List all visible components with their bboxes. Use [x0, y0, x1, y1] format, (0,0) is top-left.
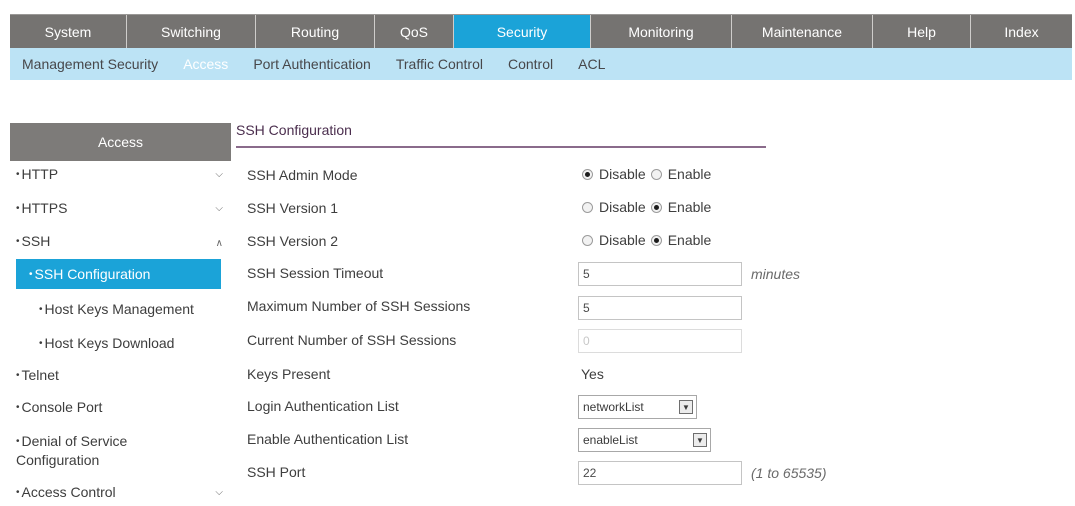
- sidebar-item-label: Denial of Service: [21, 433, 128, 449]
- bullet-icon: •: [16, 203, 20, 214]
- bullet-icon: •: [39, 338, 43, 349]
- login-auth-selected: networkList: [583, 400, 644, 414]
- tab-security[interactable]: Security: [454, 15, 591, 49]
- chevron-down-icon[interactable]: ⌵: [215, 169, 223, 180]
- radio-label: Enable: [667, 199, 712, 215]
- tab-monitoring[interactable]: Monitoring: [591, 15, 732, 49]
- keys-present-value: Yes: [581, 366, 604, 382]
- version1-disable-radio[interactable]: [582, 201, 593, 213]
- sidebar-item-label: Configuration: [16, 452, 100, 468]
- enable-auth-selected: enableList: [583, 433, 638, 447]
- sidebar-item-ssh-configuration[interactable]: • SSH Configuration: [16, 259, 221, 289]
- tab-switching[interactable]: Switching: [127, 15, 256, 49]
- current-sessions-label: Current Number of SSH Sessions: [247, 332, 457, 348]
- dropdown-arrow-icon[interactable]: ▼: [679, 400, 693, 414]
- session-timeout-label: SSH Session Timeout: [247, 265, 384, 281]
- section-divider: [236, 146, 766, 148]
- sidebar-item-label: Host Keys Download: [44, 335, 175, 351]
- section-title: SSH Configuration: [236, 122, 352, 138]
- version2-disable-radio[interactable]: [582, 234, 593, 246]
- bullet-icon: •: [39, 304, 43, 315]
- subtab-traffic-control[interactable]: Traffic Control: [396, 56, 483, 72]
- login-auth-select[interactable]: networkList ▼: [578, 395, 697, 419]
- sidebar-item-access-control[interactable]: • Access Control ⌵: [10, 484, 231, 500]
- top-nav: System Switching Routing QoS Security Mo…: [10, 14, 1072, 49]
- subtab-port-authentication[interactable]: Port Authentication: [253, 56, 371, 72]
- sidebar-item-label: SSH Configuration: [34, 266, 151, 282]
- sidebar-item-label: Telnet: [21, 367, 59, 383]
- sidebar-item-label: Host Keys Management: [44, 301, 194, 317]
- bullet-icon: •: [16, 169, 20, 180]
- sidebar-item-label: SSH: [21, 233, 51, 249]
- sidebar-item-host-keys-download[interactable]: • Host Keys Download: [10, 335, 231, 351]
- chevron-down-icon[interactable]: ⌵: [215, 487, 223, 498]
- version1-label: SSH Version 1: [247, 200, 339, 216]
- bullet-icon: •: [29, 269, 33, 280]
- radio-label: Enable: [667, 166, 712, 182]
- tab-maintenance[interactable]: Maintenance: [732, 15, 873, 49]
- sidebar-item-telnet[interactable]: • Telnet: [10, 367, 231, 383]
- radio-label: Disable: [599, 199, 646, 215]
- ssh-port-label: SSH Port: [247, 464, 306, 480]
- subtab-access[interactable]: Access: [183, 56, 228, 72]
- bullet-icon: •: [16, 236, 20, 247]
- subtab-control[interactable]: Control: [508, 56, 553, 72]
- ssh-port-range: (1 to 65535): [751, 465, 827, 481]
- sidebar-item-https[interactable]: • HTTPS ⌵: [10, 200, 231, 216]
- admin-mode-label: SSH Admin Mode: [247, 167, 358, 183]
- current-sessions-field: 0: [578, 329, 742, 353]
- version2-enable-radio[interactable]: [650, 234, 662, 246]
- max-sessions-input[interactable]: 5: [578, 296, 742, 320]
- sidebar-item-host-keys-management[interactable]: • Host Keys Management: [10, 301, 231, 317]
- sub-nav: Management Security Access Port Authenti…: [10, 48, 1072, 80]
- version1-radio-group: Disable Enable: [582, 199, 716, 215]
- sidebar-item-label: Access Control: [21, 484, 116, 500]
- tab-index[interactable]: Index: [971, 15, 1072, 49]
- bullet-icon: •: [16, 487, 20, 498]
- session-timeout-input[interactable]: 5: [578, 262, 742, 286]
- keys-present-label: Keys Present: [247, 366, 331, 382]
- enable-auth-label: Enable Authentication List: [247, 431, 409, 447]
- bullet-icon: •: [16, 436, 20, 447]
- sidebar-item-console-port[interactable]: • Console Port: [10, 399, 231, 415]
- subtab-acl[interactable]: ACL: [578, 56, 605, 72]
- tab-qos[interactable]: QoS: [375, 15, 454, 49]
- enable-auth-select[interactable]: enableList ▼: [578, 428, 711, 452]
- tab-routing[interactable]: Routing: [256, 15, 375, 49]
- sidebar-header: Access: [10, 123, 231, 161]
- radio-label: Disable: [599, 232, 646, 248]
- version2-label: SSH Version 2: [247, 233, 339, 249]
- chevron-up-icon[interactable]: ∧: [216, 238, 223, 249]
- chevron-down-icon[interactable]: ⌵: [215, 203, 223, 214]
- version2-radio-group: Disable Enable: [582, 232, 716, 248]
- admin-mode-enable-radio[interactable]: [650, 168, 662, 180]
- session-timeout-unit: minutes: [751, 266, 801, 282]
- sidebar-item-label: HTTPS: [21, 200, 68, 216]
- dropdown-arrow-icon[interactable]: ▼: [693, 433, 707, 447]
- tab-system[interactable]: System: [10, 15, 127, 49]
- max-sessions-label: Maximum Number of SSH Sessions: [247, 298, 471, 314]
- sidebar-item-ssh[interactable]: • SSH ∧: [10, 233, 231, 249]
- subtab-management-security[interactable]: Management Security: [22, 56, 158, 72]
- admin-mode-disable-radio[interactable]: [582, 168, 593, 180]
- sidebar-item-label: HTTP: [21, 166, 59, 182]
- version1-enable-radio[interactable]: [650, 201, 662, 213]
- radio-label: Enable: [667, 232, 712, 248]
- sidebar-item-denial-of-service[interactable]: • Denial of Service Configuration: [10, 433, 231, 469]
- bullet-icon: •: [16, 402, 20, 413]
- admin-mode-radio-group: Disable Enable: [582, 166, 716, 182]
- sidebar-item-label: Console Port: [21, 399, 103, 415]
- sidebar-item-http[interactable]: • HTTP ⌵: [10, 166, 231, 182]
- tab-help[interactable]: Help: [873, 15, 971, 49]
- bullet-icon: •: [16, 370, 20, 381]
- ssh-port-input[interactable]: 22: [578, 461, 742, 485]
- login-auth-label: Login Authentication List: [247, 398, 399, 414]
- radio-label: Disable: [599, 166, 646, 182]
